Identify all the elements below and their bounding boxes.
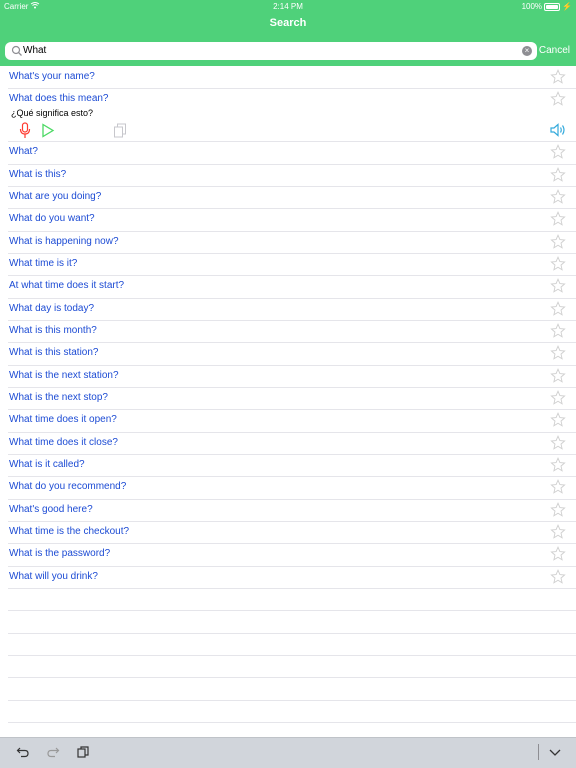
list-item[interactable]: What are you doing? bbox=[8, 187, 576, 210]
list-item[interactable]: What's your name? bbox=[8, 67, 576, 90]
battery-percent: 100% bbox=[521, 2, 543, 11]
phrase-label: At what time does it start? bbox=[9, 280, 125, 292]
speaker-icon[interactable] bbox=[550, 123, 568, 138]
empty-row bbox=[8, 589, 576, 612]
star-icon[interactable] bbox=[550, 568, 566, 585]
phrase-label: What is happening now? bbox=[9, 235, 119, 247]
list-item[interactable]: What is this? bbox=[8, 165, 576, 187]
list-item[interactable]: What is happening now? bbox=[8, 232, 576, 254]
star-icon[interactable] bbox=[550, 501, 566, 518]
phrase-label: What time is the checkout? bbox=[9, 525, 130, 537]
copy-icon[interactable] bbox=[76, 745, 90, 759]
results-list: What's your name? What does this mean? ¿Qu… bbox=[0, 67, 576, 768]
cancel-button[interactable]: Cancel bbox=[539, 45, 570, 56]
star-icon[interactable] bbox=[550, 166, 566, 183]
phrase-label: What time does it close? bbox=[9, 436, 118, 448]
list-item[interactable]: What will you drink? bbox=[8, 567, 576, 589]
star-icon[interactable] bbox=[550, 523, 566, 540]
empty-row bbox=[8, 634, 576, 656]
empty-row bbox=[8, 611, 576, 634]
star-icon[interactable] bbox=[550, 189, 566, 205]
play-icon[interactable] bbox=[41, 123, 55, 138]
keyboard-toolbar bbox=[0, 737, 576, 768]
phrase-label: What are you doing? bbox=[9, 190, 102, 202]
star-icon[interactable] bbox=[550, 300, 566, 317]
empty-row bbox=[8, 656, 576, 679]
search-text[interactable]: What bbox=[23, 45, 46, 56]
redo-icon[interactable] bbox=[46, 745, 60, 759]
list-item[interactable]: What is the password? bbox=[8, 544, 576, 567]
star-icon[interactable] bbox=[550, 479, 566, 495]
phrase-label: What do you want? bbox=[9, 213, 95, 225]
phrase-label: What time is it? bbox=[9, 257, 78, 269]
phrase-label: What is this month? bbox=[9, 324, 97, 336]
star-icon[interactable] bbox=[550, 211, 566, 227]
clear-search-icon[interactable]: × bbox=[522, 46, 532, 56]
star-icon[interactable] bbox=[550, 144, 566, 160]
undo-icon[interactable] bbox=[16, 745, 30, 759]
star-icon[interactable] bbox=[550, 278, 566, 294]
phrase-label: What will you drink? bbox=[9, 570, 98, 582]
phrase-label: What day is today? bbox=[9, 302, 95, 314]
phrase-label: What's your name? bbox=[9, 71, 95, 82]
empty-row bbox=[8, 678, 576, 701]
phrase-label: What? bbox=[9, 146, 38, 158]
empty-row bbox=[8, 701, 576, 723]
phrase-label: What is the next station? bbox=[9, 369, 119, 381]
list-item[interactable]: What do you want? bbox=[8, 209, 576, 232]
phrase-label: What does this mean? bbox=[9, 93, 109, 105]
list-item[interactable]: What day is today? bbox=[8, 299, 576, 321]
phrase-label: What is this station? bbox=[9, 347, 99, 359]
list-item[interactable]: What is this station? bbox=[8, 343, 576, 366]
star-icon[interactable] bbox=[550, 367, 566, 384]
star-icon[interactable] bbox=[550, 91, 566, 107]
list-item[interactable]: What is it called? bbox=[8, 455, 576, 478]
search-input[interactable]: What × bbox=[5, 42, 537, 60]
list-item[interactable]: What time is it? bbox=[8, 254, 576, 277]
list-item[interactable]: What do you recommend? bbox=[8, 477, 576, 500]
star-icon[interactable] bbox=[550, 345, 566, 361]
list-item[interactable]: What time is the checkout? bbox=[8, 522, 576, 545]
star-icon[interactable] bbox=[550, 390, 566, 406]
star-icon[interactable] bbox=[550, 412, 566, 428]
copy-icon[interactable] bbox=[113, 123, 127, 138]
list-item[interactable]: What is the next station? bbox=[8, 366, 576, 388]
star-icon[interactable] bbox=[550, 233, 566, 250]
star-icon[interactable] bbox=[550, 456, 566, 473]
translation-text: ¿Qué significa esto? bbox=[11, 108, 94, 119]
phrase-label: What time does it open? bbox=[9, 414, 117, 426]
list-item[interactable]: What? bbox=[8, 142, 576, 165]
list-item[interactable]: At what time does it start? bbox=[8, 276, 576, 299]
status-time: 2:14 PM bbox=[273, 2, 303, 11]
list-item[interactable]: What's good here? bbox=[8, 500, 576, 522]
phrase-label: What's good here? bbox=[9, 503, 93, 515]
phrase-label: What is this? bbox=[9, 168, 67, 180]
list-item[interactable]: What is the next stop? bbox=[8, 388, 576, 411]
toolbar-divider bbox=[538, 744, 539, 760]
page-title: Search bbox=[269, 17, 307, 29]
list-item[interactable]: What time does it close? bbox=[8, 433, 576, 455]
search-icon bbox=[11, 45, 22, 56]
phrase-label: What do you recommend? bbox=[9, 481, 127, 493]
battery-level bbox=[546, 4, 559, 9]
charging-icon: ⚡ bbox=[562, 2, 572, 11]
status-bar: Carrier 2:14 PM 100% ⚡ bbox=[0, 0, 576, 13]
list-item[interactable]: What is this month? bbox=[8, 321, 576, 344]
star-icon[interactable] bbox=[550, 69, 566, 85]
battery-indicator: 100% ⚡ bbox=[522, 2, 572, 11]
star-icon[interactable] bbox=[550, 256, 566, 272]
star-icon[interactable] bbox=[550, 546, 566, 562]
header: Carrier 2:14 PM 100% ⚡ Search What × Can… bbox=[0, 0, 576, 66]
battery-icon bbox=[544, 2, 561, 11]
phrase-label: What is the password? bbox=[9, 548, 111, 560]
phrase-label: What is it called? bbox=[9, 458, 85, 470]
phrase-label: What is the next stop? bbox=[9, 391, 108, 403]
microphone-icon[interactable] bbox=[19, 122, 31, 139]
star-icon[interactable] bbox=[550, 323, 566, 339]
chevron-down-icon[interactable] bbox=[548, 745, 562, 759]
list-item[interactable]: What does this mean? ¿Qué significa esto? bbox=[8, 89, 576, 143]
list-item[interactable]: What time does it open? bbox=[8, 410, 576, 433]
star-icon[interactable] bbox=[550, 434, 566, 451]
